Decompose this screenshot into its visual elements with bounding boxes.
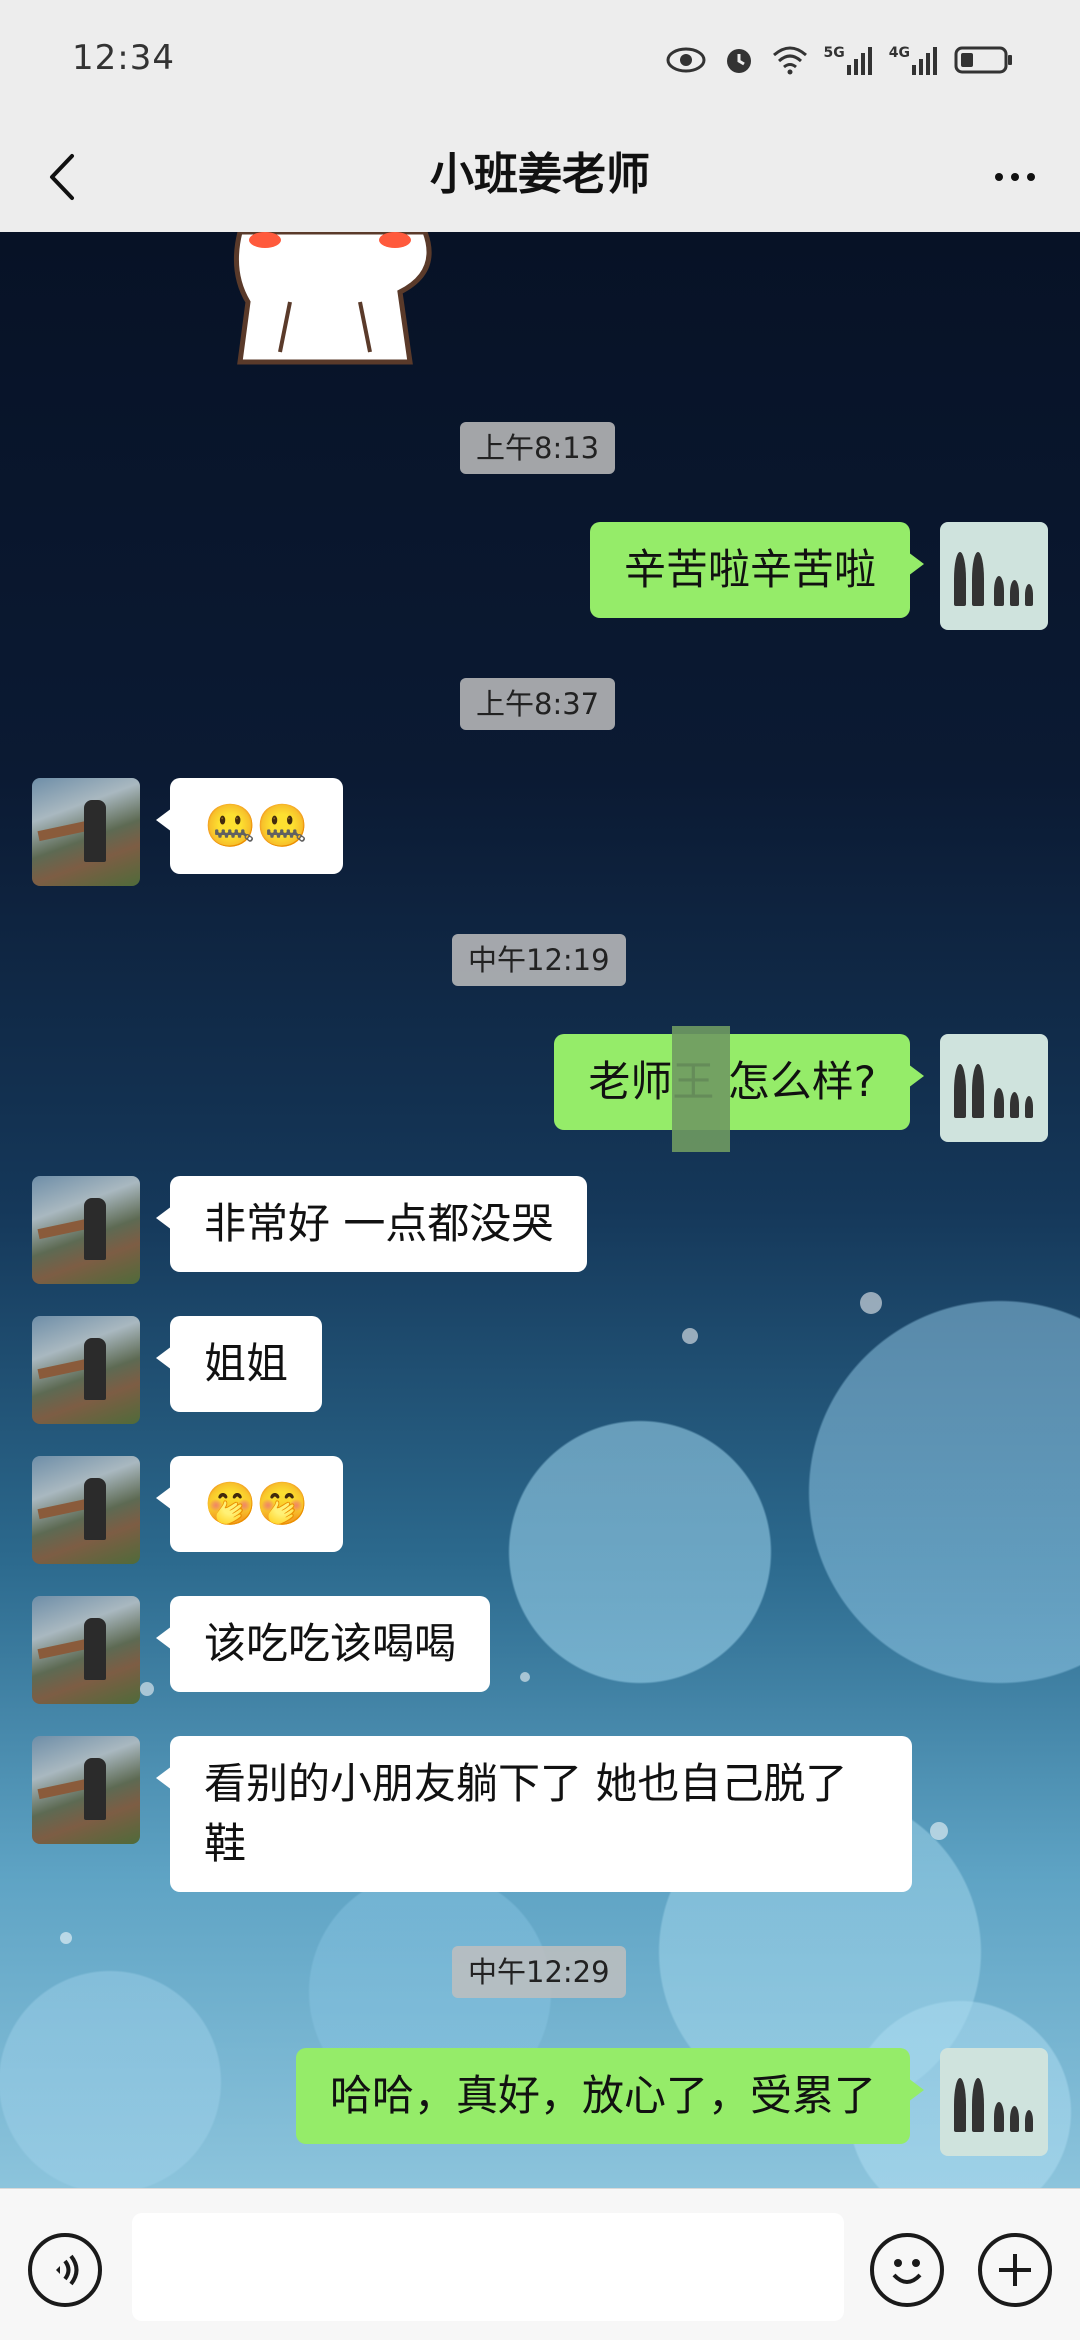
avatar-figure — [84, 1338, 106, 1400]
avatar-figure — [84, 1618, 106, 1680]
avatar-figure — [1010, 2106, 1019, 2132]
contact-avatar[interactable] — [32, 1736, 140, 1844]
more-dot — [995, 173, 1003, 181]
eye-icon — [666, 47, 706, 73]
sticker-image[interactable] — [210, 232, 450, 372]
avatar-fence — [37, 1638, 89, 1660]
contact-avatar[interactable] — [32, 778, 140, 886]
avatar-figure — [1010, 580, 1019, 606]
plus-circle-icon — [999, 2254, 1031, 2286]
background-sparkle — [520, 1672, 530, 1682]
chat-title: 小班姜老师 — [430, 149, 650, 200]
avatar-figure — [994, 1088, 1004, 1118]
plus-button[interactable] — [978, 2233, 1052, 2307]
message-bubble-other[interactable]: 看别的小朋友躺下了 她也自己脱了鞋 — [156, 1736, 912, 1892]
timestamp: 中午12:29 — [452, 1946, 626, 1998]
status-icons: 5G 4G — [666, 40, 1014, 80]
contact-avatar[interactable] — [32, 1316, 140, 1424]
avatar-figure — [1025, 584, 1033, 606]
avatar-fence — [37, 820, 89, 842]
more-dot — [1027, 173, 1035, 181]
voice-icon — [56, 2254, 79, 2286]
contact-avatar[interactable] — [32, 1596, 140, 1704]
contact-avatar[interactable] — [32, 1456, 140, 1564]
message-bubble-other[interactable]: 🤐🤐 — [156, 778, 343, 874]
status-bar: 12:34 5G 4G — [0, 0, 1080, 120]
avatar-fence — [37, 1498, 89, 1520]
avatar-figure — [84, 800, 106, 862]
avatar-figure — [1025, 1096, 1033, 1118]
message-bubble-other[interactable]: 该吃吃该喝喝 — [155, 1596, 491, 1692]
signal-4g-icon: 4G — [889, 45, 938, 75]
background-sparkle — [930, 1822, 948, 1840]
timestamp: 中午12:19 — [452, 934, 626, 986]
signal-5g-icon: 5G — [824, 45, 873, 75]
voice-button[interactable] — [28, 2233, 102, 2307]
message-bubble-self[interactable]: 哈哈，真好，放心了，受累了 — [295, 2048, 925, 2144]
self-avatar[interactable] — [940, 2048, 1048, 2156]
message-bubble-other[interactable]: 🤭🤭 — [156, 1456, 343, 1552]
message-bubble-self[interactable]: 辛苦啦辛苦啦 — [589, 522, 925, 618]
avatar-figure — [994, 2102, 1004, 2132]
message-bubble-other[interactable]: 姐姐 — [155, 1316, 323, 1412]
smiley-icon — [892, 2259, 922, 2284]
network-label-2: 4G — [888, 45, 910, 61]
avatar-figure — [954, 552, 966, 606]
self-avatar[interactable] — [940, 522, 1048, 630]
background-sparkle — [60, 1932, 72, 1944]
timestamp: 上午8:13 — [460, 422, 616, 474]
avatar-figure — [84, 1198, 106, 1260]
avatar-figure — [972, 552, 984, 606]
background-sparkle — [682, 1328, 698, 1344]
avatar-figure — [972, 1064, 984, 1118]
chat-area[interactable]: 上午8:13 辛苦啦辛苦啦 上午8:37 🤐🤐 中午12:19 老师王 怎么样?… — [0, 232, 1080, 2188]
avatar-figure — [972, 2078, 984, 2132]
alarm-icon — [726, 49, 751, 73]
message-bubble-other[interactable]: 非常好 一点都没哭 — [155, 1176, 588, 1272]
network-label-1: 5G — [823, 45, 845, 61]
emoji-button[interactable] — [870, 2233, 944, 2307]
status-time: 12:34 — [72, 38, 175, 78]
more-button[interactable] — [980, 142, 1050, 212]
avatar-figure — [84, 1478, 106, 1540]
timestamp: 上午8:37 — [460, 678, 616, 730]
input-bar — [0, 2188, 1080, 2340]
avatar-figure — [954, 1064, 966, 1118]
avatar-figure — [994, 576, 1004, 606]
avatar-fence — [37, 1218, 89, 1240]
avatar-fence — [37, 1778, 89, 1800]
message-input[interactable] — [132, 2213, 844, 2321]
bunny-sticker-icon — [233, 232, 432, 365]
background-sparkle — [140, 1682, 154, 1696]
wifi-icon — [772, 46, 807, 75]
chat-header: 小班姜老师 — [0, 120, 1080, 232]
avatar-figure — [1025, 2110, 1033, 2132]
avatar-figure — [1010, 1092, 1019, 1118]
avatar-figure — [84, 1758, 106, 1820]
avatar-figure — [954, 2078, 966, 2132]
message-bubble-self[interactable]: 老师王 怎么样? — [554, 1034, 924, 1130]
battery-icon — [954, 46, 1012, 74]
contact-avatar[interactable] — [32, 1176, 140, 1284]
avatar-fence — [37, 1358, 89, 1380]
more-dot — [1011, 173, 1019, 181]
background-sparkle — [860, 1292, 882, 1314]
mosaic-redaction — [672, 1026, 730, 1152]
self-avatar[interactable] — [940, 1034, 1048, 1142]
